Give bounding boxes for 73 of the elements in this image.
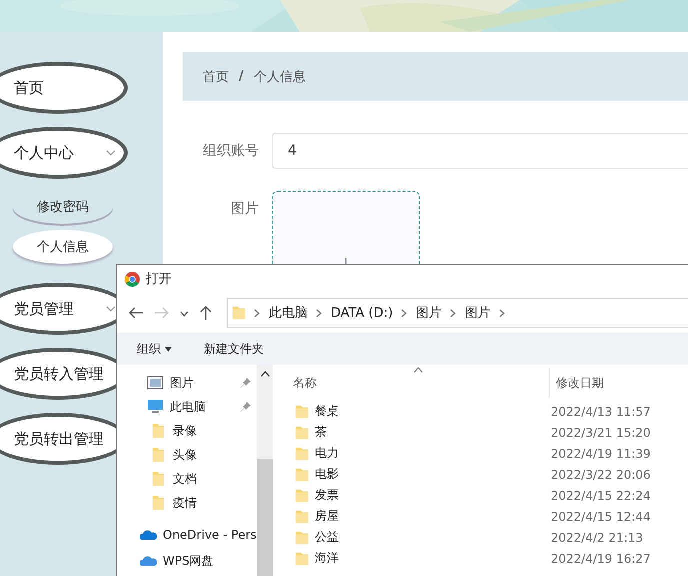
nav-item[interactable]: OneDrive - Pers: [117, 523, 257, 547]
dialog-title: 打开: [146, 271, 172, 288]
path-segment[interactable]: DATA (D:): [331, 306, 394, 320]
file-date: 2022/4/15 22:24: [551, 488, 651, 502]
nav-item[interactable]: 此电脑: [117, 395, 257, 419]
breadcrumb-item[interactable]: 首页: [203, 68, 229, 86]
sort-caret-icon: [414, 367, 423, 373]
folder-icon: [295, 530, 309, 546]
folder-icon: [295, 424, 309, 440]
chevron-right-icon: [450, 308, 458, 318]
nav-item[interactable]: WPS网盘: [117, 549, 257, 573]
breadcrumb-separator: /: [239, 69, 244, 84]
folder-icon: [150, 448, 167, 462]
column-header[interactable]: 名称: [293, 374, 549, 392]
nav-item[interactable]: 文档: [117, 467, 257, 491]
chevron-right-icon: [316, 308, 323, 318]
caret-icon: [165, 346, 172, 352]
menu-item[interactable]: 首页: [0, 62, 128, 114]
file-date: 2022/4/13 11:57: [551, 404, 651, 418]
file-name[interactable]: 房屋: [315, 508, 339, 525]
scrollbar-thumb[interactable]: [257, 459, 273, 576]
file-name[interactable]: 电影: [315, 466, 339, 483]
cloud-icon: [140, 554, 157, 568]
file-date: 2022/4/15 12:44: [551, 510, 651, 524]
chevron-down-icon: [106, 306, 116, 312]
path-segment[interactable]: 此电脑: [269, 304, 308, 322]
breadcrumb-item: 个人信息: [254, 68, 306, 86]
chevron-right-icon: [499, 308, 506, 318]
file-date: 2022/3/22 20:06: [551, 468, 651, 482]
field-label: 组织账号: [202, 142, 260, 161]
path-segment[interactable]: 图片: [416, 304, 442, 322]
field-label: 图片: [230, 200, 260, 219]
scroll-up-icon: [260, 371, 270, 377]
cloud-icon: [140, 528, 157, 542]
file-name[interactable]: 发票: [315, 487, 339, 504]
file-date: 2022/4/19 16:27: [551, 552, 651, 566]
file-name[interactable]: 电力: [315, 445, 339, 462]
folder-icon: [232, 305, 246, 321]
chevron-right-icon: [401, 308, 408, 318]
nav-item[interactable]: 疫情: [117, 491, 257, 515]
folder-icon: [295, 466, 309, 482]
organize-menu[interactable]: 组织: [135, 338, 174, 360]
file-date: 2022/4/19 11:39: [551, 446, 651, 460]
nav-item[interactable]: 录像: [117, 419, 257, 443]
menu-item[interactable]: 个人中心: [0, 127, 128, 179]
folder-icon: [150, 472, 167, 486]
address-bar[interactable]: 此电脑 DATA (D:) 图片 图片: [227, 298, 688, 328]
file-name[interactable]: 餐桌: [315, 403, 339, 420]
new-folder-button[interactable]: 新建文件夹: [202, 338, 266, 360]
file-date: 2022/4/2 21:13: [551, 530, 644, 544]
picture-icon: [147, 376, 164, 390]
folder-icon: [150, 496, 167, 510]
column-header[interactable]: 修改日期: [549, 368, 604, 398]
folder-icon: [295, 550, 309, 566]
nav-item[interactable]: 头像: [117, 443, 257, 467]
folder-icon: [150, 424, 167, 438]
folder-icon: [295, 508, 309, 524]
monitor-icon: [147, 400, 164, 414]
folder-icon: [295, 488, 309, 504]
folder-icon: [295, 446, 309, 462]
file-name[interactable]: 茶: [315, 424, 327, 441]
input-field[interactable]: 4: [272, 133, 688, 169]
browser-icon: [125, 272, 140, 286]
chevron-right-icon: [254, 308, 261, 318]
submenu-item[interactable]: 修改密码: [13, 190, 113, 224]
folder-icon: [295, 404, 309, 420]
file-date: 2022/3/21 15:20: [551, 426, 651, 440]
nav-item[interactable]: 图片: [117, 371, 257, 395]
path-segment[interactable]: 图片: [465, 304, 492, 322]
file-name[interactable]: 公益: [315, 529, 339, 546]
file-name[interactable]: 海洋: [315, 550, 339, 567]
submenu-item[interactable]: 个人信息: [13, 230, 113, 264]
chevron-down-icon: [106, 150, 116, 156]
